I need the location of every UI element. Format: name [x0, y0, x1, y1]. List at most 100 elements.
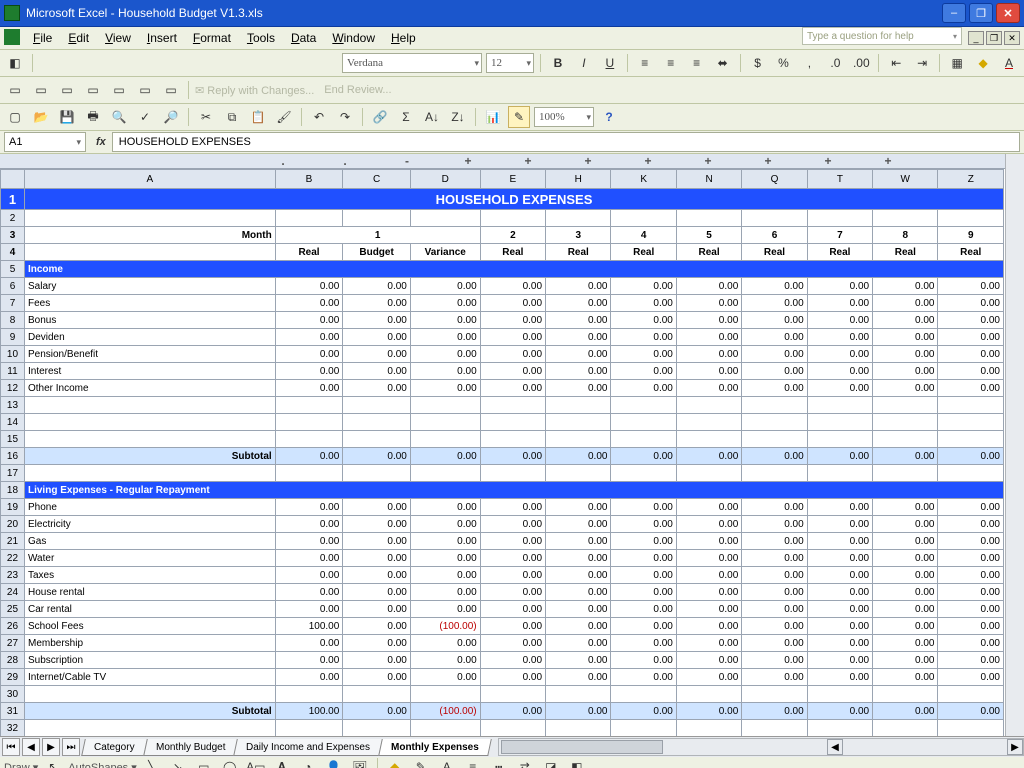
- cell[interactable]: 0.00: [480, 380, 545, 397]
- tool-icon[interactable]: ▭: [108, 79, 130, 101]
- cell[interactable]: 0.00: [807, 278, 872, 295]
- cell[interactable]: [275, 210, 343, 227]
- cell[interactable]: 0.00: [873, 703, 938, 720]
- cell[interactable]: 0.00: [611, 346, 676, 363]
- cell[interactable]: 0.00: [480, 312, 545, 329]
- textbox-button[interactable]: A▭: [245, 756, 267, 768]
- format-painter-button[interactable]: 🖌: [273, 106, 295, 128]
- cell[interactable]: [611, 397, 676, 414]
- cell[interactable]: 0.00: [480, 567, 545, 584]
- cell[interactable]: [546, 210, 611, 227]
- doc-close-button[interactable]: ✕: [1004, 31, 1020, 45]
- cell[interactable]: [807, 414, 872, 431]
- font-color-draw-button[interactable]: A: [436, 756, 458, 768]
- cell[interactable]: [480, 210, 545, 227]
- decrease-indent-button[interactable]: ⇤: [885, 52, 907, 74]
- cell[interactable]: [275, 720, 343, 737]
- cell[interactable]: [410, 686, 480, 703]
- cell[interactable]: [480, 465, 545, 482]
- cell[interactable]: 0.00: [676, 516, 741, 533]
- cell[interactable]: [410, 414, 480, 431]
- cell[interactable]: 0.00: [410, 635, 480, 652]
- cell[interactable]: 0.00: [676, 363, 741, 380]
- dash-style-button[interactable]: ┅: [488, 756, 510, 768]
- cell[interactable]: 0.00: [480, 703, 545, 720]
- decrease-decimal-button[interactable]: .00: [850, 52, 872, 74]
- cell[interactable]: 0.00: [873, 363, 938, 380]
- cell[interactable]: 0.00: [873, 652, 938, 669]
- fill-color-draw-button[interactable]: ◆: [384, 756, 406, 768]
- line-color-button[interactable]: ✎: [410, 756, 432, 768]
- tab-nav-first[interactable]: ⏮: [2, 738, 20, 756]
- cell[interactable]: 100.00: [275, 703, 343, 720]
- tool-icon[interactable]: ▭: [4, 79, 26, 101]
- outline-toggle[interactable]: .: [314, 154, 376, 168]
- help-search[interactable]: Type a question for help ▾: [802, 27, 962, 45]
- cell[interactable]: 0.00: [275, 635, 343, 652]
- cell[interactable]: 0.00: [807, 295, 872, 312]
- cell[interactable]: 0.00: [873, 584, 938, 601]
- arrow-button[interactable]: ↘: [167, 756, 189, 768]
- cell[interactable]: 0.00: [938, 703, 1004, 720]
- cell[interactable]: 0.00: [676, 618, 741, 635]
- cell[interactable]: 0.00: [480, 635, 545, 652]
- cell[interactable]: 0.00: [807, 584, 872, 601]
- cell[interactable]: Phone: [24, 499, 275, 516]
- cell[interactable]: [742, 397, 807, 414]
- tool-icon[interactable]: ◧: [4, 52, 26, 74]
- cell[interactable]: 0.00: [938, 669, 1004, 686]
- row-header[interactable]: 9: [1, 329, 25, 346]
- tool-icon[interactable]: ▭: [82, 79, 104, 101]
- column-header[interactable]: D: [410, 170, 480, 189]
- cell[interactable]: 0.00: [807, 635, 872, 652]
- cell[interactable]: [275, 397, 343, 414]
- cell[interactable]: 0.00: [275, 312, 343, 329]
- cut-button[interactable]: ✂: [195, 106, 217, 128]
- cell[interactable]: [546, 431, 611, 448]
- cell[interactable]: 0.00: [480, 329, 545, 346]
- outline-toggle[interactable]: +: [618, 154, 678, 168]
- row-header[interactable]: 23: [1, 567, 25, 584]
- cell[interactable]: 0.00: [546, 703, 611, 720]
- cell[interactable]: 0.00: [275, 550, 343, 567]
- cell[interactable]: 0.00: [546, 618, 611, 635]
- cell[interactable]: 0.00: [742, 448, 807, 465]
- cell[interactable]: 0.00: [343, 516, 411, 533]
- cell[interactable]: 0.00: [742, 550, 807, 567]
- cell[interactable]: [873, 210, 938, 227]
- cell[interactable]: 0.00: [480, 499, 545, 516]
- cell[interactable]: 0.00: [275, 363, 343, 380]
- workbook-icon[interactable]: [4, 29, 20, 45]
- cell[interactable]: 5: [676, 227, 741, 244]
- outline-toggle[interactable]: +: [498, 154, 558, 168]
- cell[interactable]: 0.00: [676, 346, 741, 363]
- column-header[interactable]: E: [480, 170, 545, 189]
- oval-button[interactable]: ◯: [219, 756, 241, 768]
- cell[interactable]: Living Expenses - Regular Repayment: [24, 482, 1003, 499]
- cell[interactable]: [24, 244, 275, 261]
- menu-tools[interactable]: Tools: [240, 28, 282, 48]
- cell[interactable]: 0.00: [343, 567, 411, 584]
- cell[interactable]: 0.00: [480, 533, 545, 550]
- cell[interactable]: [24, 431, 275, 448]
- cell[interactable]: Deviden: [24, 329, 275, 346]
- row-header[interactable]: 15: [1, 431, 25, 448]
- cell[interactable]: 0.00: [343, 448, 411, 465]
- cell[interactable]: Real: [938, 244, 1004, 261]
- cell[interactable]: 0.00: [873, 635, 938, 652]
- cell[interactable]: 0.00: [410, 584, 480, 601]
- cell[interactable]: 0.00: [275, 295, 343, 312]
- outline-toggle[interactable]: +: [798, 154, 858, 168]
- cell[interactable]: 0.00: [611, 516, 676, 533]
- cell[interactable]: 0.00: [546, 652, 611, 669]
- cell[interactable]: [480, 431, 545, 448]
- cell[interactable]: 0.00: [546, 499, 611, 516]
- cell[interactable]: 0.00: [480, 448, 545, 465]
- cell[interactable]: [343, 465, 411, 482]
- cell[interactable]: 0.00: [742, 295, 807, 312]
- cell[interactable]: 0.00: [873, 618, 938, 635]
- cell[interactable]: 9: [938, 227, 1004, 244]
- column-header[interactable]: N: [676, 170, 741, 189]
- align-left-button[interactable]: ≡: [634, 52, 656, 74]
- cell[interactable]: [807, 720, 872, 737]
